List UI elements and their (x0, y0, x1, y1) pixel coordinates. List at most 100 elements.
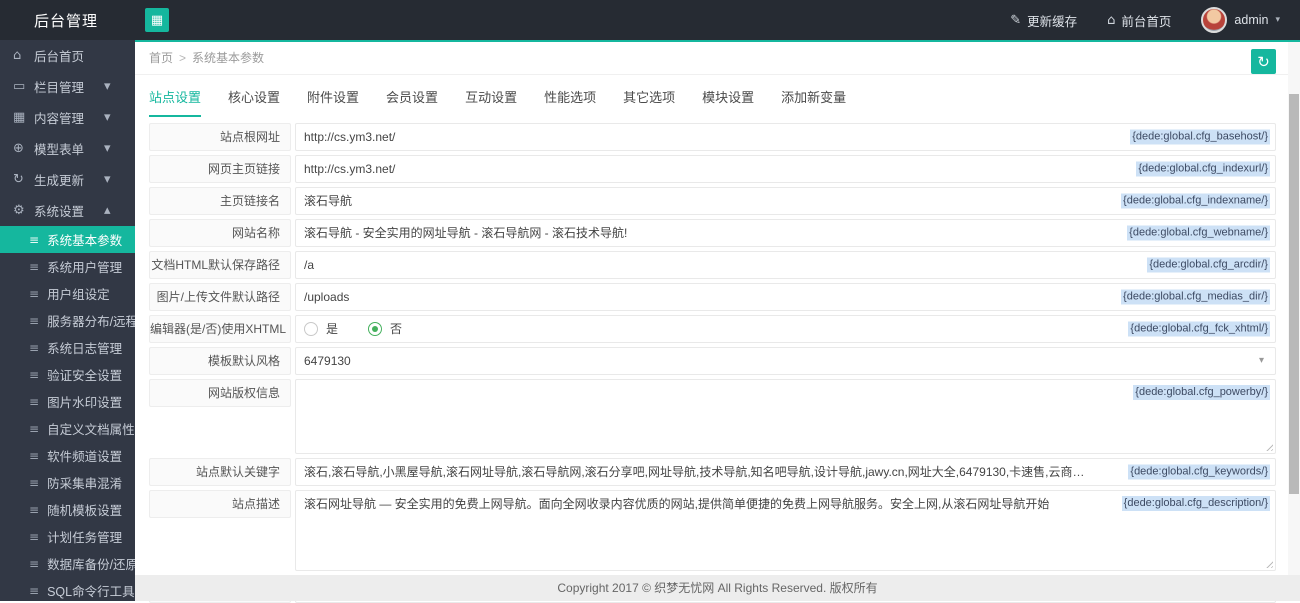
tab-attachment-settings[interactable]: 附件设置 (307, 87, 359, 117)
sidebar-subitem-server-distribution[interactable]: ≡ 服务器分布/远程 (0, 307, 135, 334)
sidebar-subitem-system-log-manage[interactable]: ≡ 系统日志管理 (0, 334, 135, 361)
tab-performance-options[interactable]: 性能选项 (544, 87, 596, 117)
sidebar-item-content-manage[interactable]: ▦ 内容管理 ▾ (0, 102, 135, 133)
tab-module-settings[interactable]: 模块设置 (702, 87, 754, 117)
footer-text: Copyright 2017 © 织梦无忧网 All Rights Reserv… (557, 581, 878, 595)
sidebar-subitem-software-channel[interactable]: ≡ 软件频道设置 (0, 442, 135, 469)
scrollbar-thumb[interactable] (1289, 94, 1299, 494)
sidebar-subitem-system-basic-params[interactable]: ≡ 系统基本参数 (0, 226, 135, 253)
form-row-site-base-url: 站点根网址 http://cs.ym3.net/ {dede:global.cfg_… (149, 123, 1276, 151)
menu-bars-icon: ≡ (29, 502, 40, 517)
template-style-input[interactable]: 6479130 ▾ (295, 347, 1276, 375)
user-menu[interactable]: admin ▾ (1201, 7, 1280, 33)
site-base-url-input[interactable]: http://cs.ym3.net/ {dede:global.cfg_baseh… (295, 123, 1276, 151)
homepage-link-name-input[interactable]: 滚石导航 {dede:global.cfg_indexname/} (295, 187, 1276, 215)
tab-core-settings[interactable]: 核心设置 (228, 87, 280, 117)
form-row-homepage-link: 网页主页链接 http://cs.ym3.net/ {dede:global.cfg… (149, 155, 1276, 183)
field-value: /uploads (304, 290, 350, 304)
editor-xhtml-input[interactable]: 是 否 {dede:global.cfg_fck_xhtml/} (295, 315, 1276, 343)
scrollbar[interactable] (1288, 42, 1300, 575)
refresh-button[interactable]: ↻ (1251, 49, 1276, 74)
field-label: 网站版权信息 (149, 379, 291, 407)
tab-add-new-variable[interactable]: 添加新变量 (781, 87, 846, 117)
frontend-home-label: 前台首页 (1121, 14, 1172, 29)
field-label: 图片/上传文件默认路径 (149, 283, 291, 311)
dede-tag: {dede:global.cfg_powerby/} (1133, 385, 1270, 400)
sidebar-subitem-label: 图片水印设置 (47, 396, 123, 410)
resize-handle-icon[interactable] (1264, 559, 1273, 568)
sidebar-subitem-verify-security[interactable]: ≡ 验证安全设置 (0, 361, 135, 388)
sidebar-item-label: 内容管理 (34, 112, 85, 126)
sidebar-subitem-custom-doc-attrs[interactable]: ≡ 自定义文档属性 (0, 415, 135, 442)
resize-handle-icon[interactable] (1264, 442, 1273, 451)
field-label: 站点默认关键字 (149, 458, 291, 486)
sidebar-item-category-manage[interactable]: ▭ 栏目管理 ▾ (0, 71, 135, 102)
site-description-input[interactable]: 滚石网址导航 — 安全实用的免费上网导航。面向全网收录内容优质的网站,提供简单便… (295, 490, 1276, 571)
home-icon: ⌂ (13, 48, 22, 63)
grid-icon[interactable]: ▦ (145, 8, 169, 32)
menu-bars-icon: ≡ (29, 340, 40, 355)
sidebar-item-system-settings[interactable]: ⚙ 系统设置 ▴ (0, 195, 135, 226)
settings-tabs: 站点设置 核心设置 附件设置 会员设置 互动设置 性能选项 其它选项 模块设置 添加新变量 (135, 75, 1300, 117)
sidebar-subitem-db-backup[interactable]: ≡ 数据库备份/还原 (0, 550, 135, 577)
chevron-icon: ▾ (104, 141, 111, 156)
form-row-upload-path: 图片/上传文件默认路径/uploads {dede:global.cfg_medi… (149, 283, 1276, 311)
form-row-site-description: 站点描述 滚石网址导航 — 安全实用的免费上网导航。面向全网收录内容优质的网站,提… (149, 490, 1276, 571)
tab-other-options[interactable]: 其它选项 (623, 87, 675, 117)
menu-bars-icon: ≡ (29, 475, 40, 490)
menu-bars-icon: ≡ (29, 529, 40, 544)
breadcrumb-current: 系统基本参数 (192, 51, 265, 65)
sidebar-subitem-user-group-settings[interactable]: ≡ 用户组设定 (0, 280, 135, 307)
sidebar-subitem-random-template[interactable]: ≡ 随机模板设置 (0, 496, 135, 523)
tab-site-settings[interactable]: 站点设置 (149, 87, 202, 117)
radio-circle-icon (368, 322, 383, 336)
radio-option-1[interactable]: 否 (368, 316, 402, 342)
topbar-right: ✎ 更新缓存 ⌂ 前台首页 admin ▾ (1010, 7, 1300, 33)
settings-form: 站点根网址 http://cs.ym3.net/ {dede:global.cfg_… (135, 117, 1300, 603)
sidebar-subitem-label: SQL命令行工具 (47, 585, 135, 599)
form-row-site-name: 网站名称 滚石导航 - 安全实用的网址导航 - 滚石导航网 - 滚石技术导航! {d… (149, 219, 1276, 247)
upload-path-input[interactable]: /uploads {dede:global.cfg_medias_dir/} (295, 283, 1276, 311)
sidebar-item-generate-update[interactable]: ↻ 生成更新 ▾ (0, 164, 135, 195)
chevron-down-icon: ▾ (1258, 355, 1264, 366)
sidebar-subitem-image-watermark[interactable]: ≡ 图片水印设置 (0, 388, 135, 415)
homepage-link-input[interactable]: http://cs.ym3.net/ {dede:global.cfg_index… (295, 155, 1276, 183)
sidebar-item-model-form[interactable]: ⊕ 模型表单 ▾ (0, 133, 135, 164)
sidebar-subitem-label: 系统基本参数 (47, 234, 123, 248)
sidebar-subitem-label: 随机模板设置 (47, 504, 123, 518)
update-cache-label: 更新缓存 (1027, 14, 1078, 29)
frontend-home-button[interactable]: ⌂ 前台首页 (1107, 11, 1171, 30)
sidebar-subitem-anti-collect[interactable]: ≡ 防采集串混淆 (0, 469, 135, 496)
footer: Copyright 2017 © 织梦无忧网 All Rights Reserv… (135, 575, 1300, 601)
radio-label: 否 (390, 322, 403, 336)
chevron-icon: ▾ (104, 172, 111, 187)
sidebar-item-label: 栏目管理 (34, 81, 85, 95)
site-copyright-input[interactable]: {dede:global.cfg_powerby/} (295, 379, 1276, 454)
sidebar-subitem-label: 计划任务管理 (47, 531, 123, 545)
sidebar-subitem-cron-tasks[interactable]: ≡ 计划任务管理 (0, 523, 135, 550)
menu-bars-icon: ≡ (29, 448, 40, 463)
dede-tag: {dede:global.cfg_description/} (1121, 496, 1270, 511)
sidebar-subitem-sql-cli[interactable]: ≡ SQL命令行工具 (0, 577, 135, 601)
site-keywords-input[interactable]: 滚石,滚石导航,小黑屋导航,滚石网址导航,滚石导航网,滚石分享吧,网址导航,技术… (295, 458, 1276, 486)
sidebar-item-admin-home[interactable]: ⌂ 后台首页 (0, 40, 135, 71)
chevron-icon: ▴ (104, 203, 111, 218)
tab-member-settings[interactable]: 会员设置 (386, 87, 438, 117)
sidebar-subitem-label: 数据库备份/还原 (47, 558, 135, 572)
breadcrumb-home[interactable]: 首页 (149, 51, 173, 65)
tab-interaction-settings[interactable]: 互动设置 (465, 87, 517, 117)
sidebar-subitem-system-user-manage[interactable]: ≡ 系统用户管理 (0, 253, 135, 280)
field-label: 模板默认风格 (149, 347, 291, 375)
menu-bars-icon: ≡ (29, 259, 40, 274)
html-save-path-input[interactable]: /a {dede:global.cfg_arcdir/} (295, 251, 1276, 279)
chevron-icon: ▾ (104, 110, 111, 125)
dede-tag: {dede:global.cfg_keywords/} (1128, 464, 1270, 480)
menu-bars-icon: ≡ (29, 232, 40, 247)
dede-tag: {dede:global.cfg_arcdir/} (1147, 257, 1270, 273)
update-cache-button[interactable]: ✎ 更新缓存 (1010, 11, 1077, 30)
sidebar-subitem-label: 系统日志管理 (47, 342, 123, 356)
field-value: 6479130 (304, 354, 351, 368)
field-label: 网站名称 (149, 219, 291, 247)
site-name-input[interactable]: 滚石导航 - 安全实用的网址导航 - 滚石导航网 - 滚石技术导航! {dede:… (295, 219, 1276, 247)
radio-option-0[interactable]: 是 (304, 316, 338, 342)
